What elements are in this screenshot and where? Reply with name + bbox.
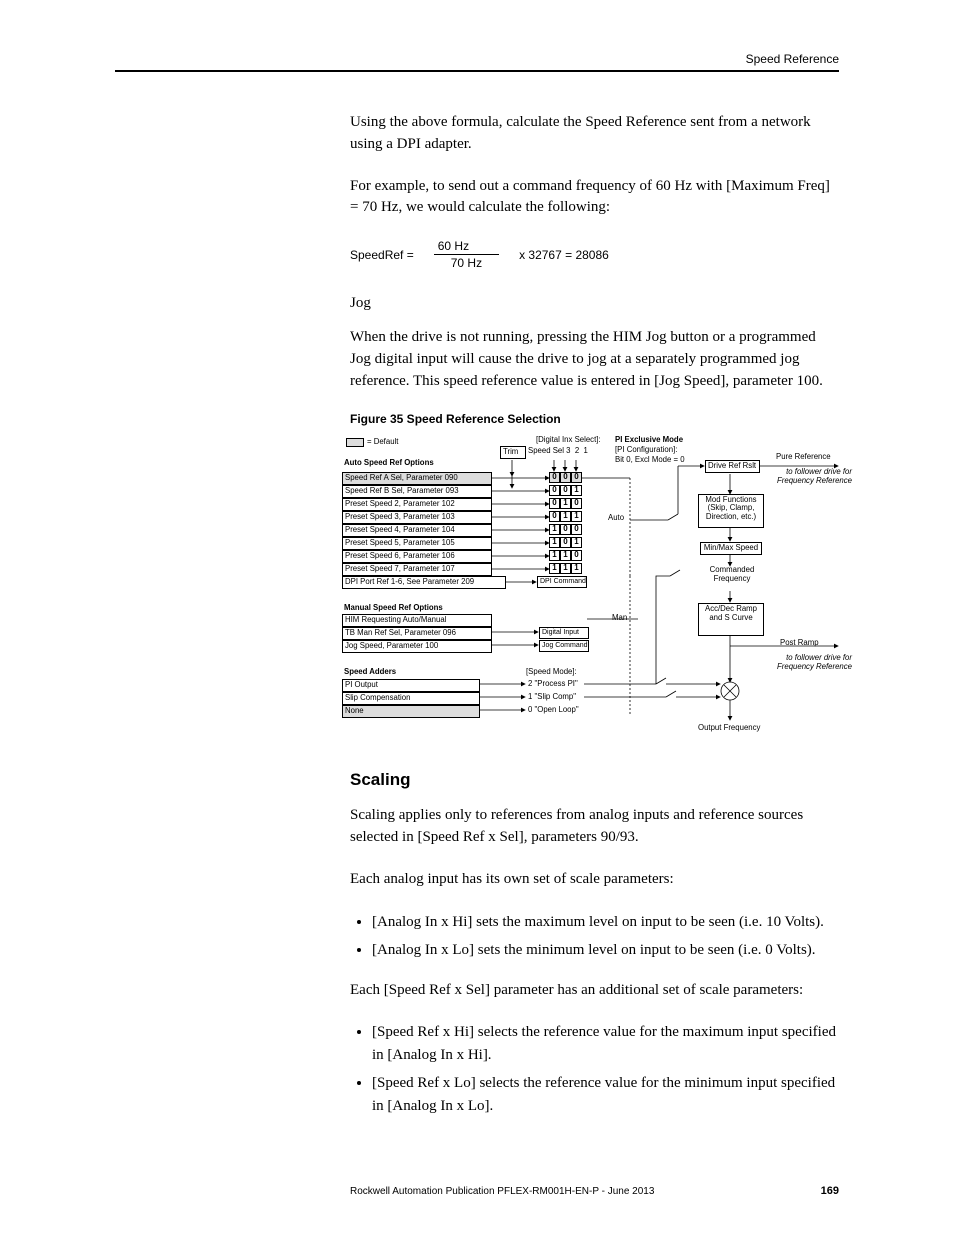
bit-cell: 0 <box>571 550 582 561</box>
adder-row: Slip Compensation <box>342 692 480 705</box>
bit-cell: 1 <box>560 498 571 509</box>
bit-cell: 1 <box>560 511 571 522</box>
pi-bit-label: Bit 0, Excl Mode = 0 <box>615 456 685 465</box>
manual-row: HIM Requesting Auto/Manual <box>342 614 492 627</box>
pure-reference-label: Pure Reference <box>776 453 831 462</box>
output-freq-label: Output Frequency <box>698 724 760 733</box>
manual-target: Jog Command <box>539 640 589 652</box>
auto-row: Preset Speed 7, Parameter 107 <box>342 563 492 576</box>
page-footer: Rockwell Automation Publication PFLEX-RM… <box>115 1185 839 1197</box>
scaling-p1: Scaling applies only to references from … <box>350 805 839 849</box>
minmax-box: Min/Max Speed <box>700 542 762 555</box>
scaling-p2: Each analog input has its own set of sca… <box>350 869 839 891</box>
figure-caption: Figure 35 Speed Reference Selection <box>350 412 839 426</box>
para-example: For example, to send out a command frequ… <box>350 176 839 220</box>
bit-cell: 1 <box>571 511 582 522</box>
scaling-bullets-1: [Analog In x Hi] sets the maximum level … <box>350 911 839 962</box>
speed-mode-label: [Speed Mode]: <box>526 668 577 677</box>
jog-text: When the drive is not running, pressing … <box>350 327 839 392</box>
commanded-label: Commanded Frequency <box>705 566 759 583</box>
bit-cell: 1 <box>549 524 560 535</box>
auto-row: Preset Speed 5, Parameter 105 <box>342 537 492 550</box>
pi-exclusive-label: PI Exclusive Mode <box>615 436 683 445</box>
auto-row: Speed Ref B Sel, Parameter 093 <box>342 485 492 498</box>
header-title: Speed Reference <box>746 52 839 66</box>
man-label: Man <box>612 614 627 623</box>
accdec-box: Acc/Dec Ramp and S Curve <box>698 603 764 636</box>
auto-row: Preset Speed 4, Parameter 104 <box>342 524 492 537</box>
bit-cell: 1 <box>571 537 582 548</box>
bit-cell: 0 <box>560 472 571 483</box>
formula: SpeedRef = 60 Hz 70 Hz x 32767 = 28086 <box>350 239 839 270</box>
page-header: Speed Reference <box>115 52 839 72</box>
bullet-analog-hi: [Analog In x Hi] sets the maximum level … <box>372 911 839 934</box>
manual-section: Manual Speed Ref Options <box>344 604 443 613</box>
adder-row: PI Output <box>342 679 480 692</box>
bit-cell: 1 <box>571 563 582 574</box>
formula-rhs: x 32767 = 28086 <box>519 248 609 262</box>
formula-numerator: 60 Hz <box>434 239 499 255</box>
bit-cell: 0 <box>571 524 582 535</box>
formula-denominator: 70 Hz <box>451 255 482 270</box>
mod-functions-box: Mod Functions (Skip, Clamp, Direction, e… <box>698 494 764 528</box>
auto-section: Auto Speed Ref Options <box>344 459 434 468</box>
bit-cell: 0 <box>571 472 582 483</box>
bit-cell: 1 <box>549 550 560 561</box>
bit-cell: 0 <box>560 537 571 548</box>
bullet-speedref-lo: [Speed Ref x Lo] selects the reference v… <box>372 1072 839 1117</box>
bit-cell: 0 <box>549 511 560 522</box>
drive-ref-rslt-box: Drive Ref Rslt <box>705 460 760 473</box>
follower2-label: to follower drive for Frequency Referenc… <box>772 654 852 671</box>
scaling-p3: Each [Speed Ref x Sel] parameter has an … <box>350 980 839 1002</box>
dpi-command-box: DPI Command <box>537 576 587 588</box>
pi-config-label: [PI Configuration]: <box>615 446 677 455</box>
bit-cell: 1 <box>571 485 582 496</box>
bit-cell: 0 <box>560 524 571 535</box>
adder-mode: 2 "Process PI" <box>528 680 578 689</box>
bit-cell: 1 <box>549 537 560 548</box>
bit-cell: 0 <box>560 485 571 496</box>
adder-mode: 0 "Open Loop" <box>528 706 579 715</box>
manual-row: TB Man Ref Sel, Parameter 096 <box>342 627 492 640</box>
bit-cell: 0 <box>549 472 560 483</box>
bit-cell: 0 <box>549 485 560 496</box>
trim-box: Trim <box>500 446 526 459</box>
footer-pub: Rockwell Automation Publication PFLEX-RM… <box>350 1186 654 1197</box>
formula-label: SpeedRef = <box>350 248 414 262</box>
speed-reference-diagram: = Default Trim [Digital Inx Select]: Spe… <box>340 436 950 746</box>
auto-row: Preset Speed 6, Parameter 106 <box>342 550 492 563</box>
bit-cell: 0 <box>571 498 582 509</box>
scaling-bullets-2: [Speed Ref x Hi] selects the reference v… <box>350 1021 839 1117</box>
bit-cell: 1 <box>549 563 560 574</box>
bit-cell: 1 <box>560 550 571 561</box>
auto-label: Auto <box>608 514 624 523</box>
adders-section: Speed Adders <box>344 668 396 677</box>
auto-row: DPI Port Ref 1-6, See Parameter 209 <box>342 576 506 589</box>
manual-row: Jog Speed, Parameter 100 <box>342 640 492 653</box>
para-intro: Using the above formula, calculate the S… <box>350 112 839 156</box>
scaling-head: Scaling <box>350 770 839 790</box>
legend: = Default <box>346 438 398 447</box>
bit-cell: 0 <box>549 498 560 509</box>
adder-mode: 1 "Slip Comp" <box>528 693 576 702</box>
auto-row: Preset Speed 3, Parameter 103 <box>342 511 492 524</box>
digital-inx-label: [Digital Inx Select]: <box>536 436 601 445</box>
jog-head: Jog <box>350 295 839 312</box>
speed-sel-label: Speed Sel 3 2 1 <box>528 447 588 456</box>
auto-row: Speed Ref A Sel, Parameter 090 <box>342 472 492 485</box>
post-ramp-label: Post Ramp <box>780 639 819 648</box>
bit-cell: 1 <box>560 563 571 574</box>
bullet-speedref-hi: [Speed Ref x Hi] selects the reference v… <box>372 1021 839 1066</box>
manual-target: Digital Input <box>539 627 589 639</box>
adder-row: None <box>342 705 480 718</box>
auto-row: Preset Speed 2, Parameter 102 <box>342 498 492 511</box>
bullet-analog-lo: [Analog In x Lo] sets the minimum level … <box>372 939 839 962</box>
footer-page: 169 <box>821 1185 839 1197</box>
follower1-label: to follower drive for Frequency Referenc… <box>772 468 852 485</box>
